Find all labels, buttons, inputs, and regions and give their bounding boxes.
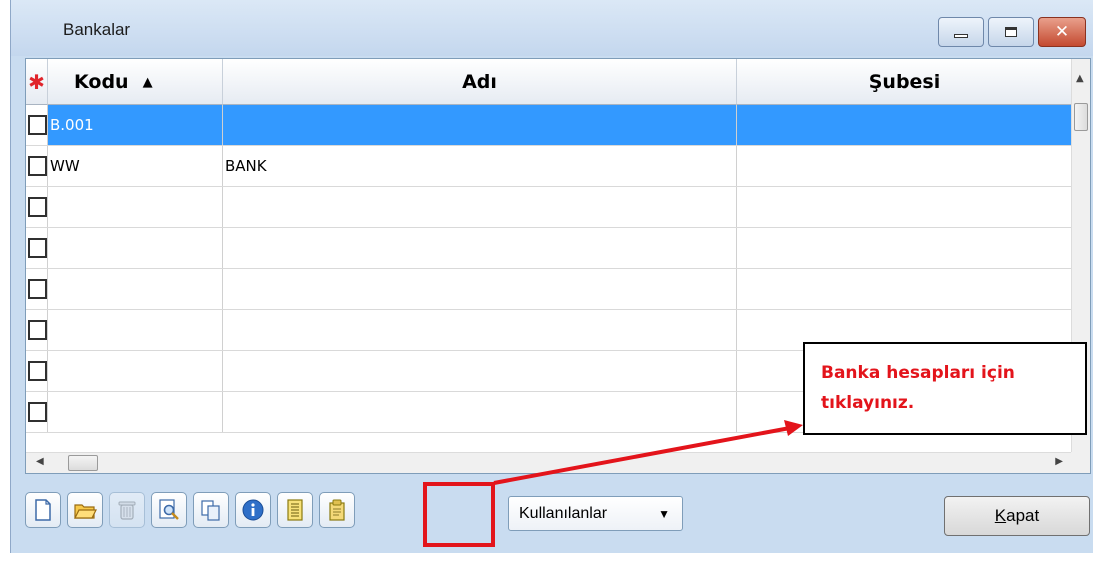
- close-icon: ✕: [1054, 21, 1070, 42]
- row-checkbox-cell: [26, 310, 48, 350]
- row-checkbox-cell: [26, 228, 48, 268]
- select-all-icon: ✱: [28, 69, 45, 94]
- new-button[interactable]: [25, 492, 61, 528]
- open-button[interactable]: [67, 492, 103, 528]
- row-checkbox[interactable]: [28, 402, 47, 422]
- search-icon: [159, 499, 179, 520]
- cell-adi[interactable]: [223, 269, 737, 309]
- window-controls: ✕: [938, 17, 1086, 47]
- copy-button[interactable]: [193, 492, 229, 528]
- row-checkbox[interactable]: [28, 115, 47, 135]
- trash-icon: [118, 501, 136, 520]
- cell-adi[interactable]: BANK: [223, 146, 737, 186]
- minimize-icon: [954, 34, 968, 38]
- view-button[interactable]: [151, 492, 187, 528]
- bank-accounts-icon: [329, 499, 345, 521]
- row-checkbox-cell: [26, 351, 48, 391]
- chevron-down-icon: ▼: [658, 507, 670, 521]
- row-checkbox[interactable]: [28, 361, 47, 381]
- column-header-subesi[interactable]: Şubesi: [737, 59, 1073, 105]
- horizontal-scroll-thumb[interactable]: [68, 455, 98, 471]
- close-button[interactable]: Kapat: [944, 496, 1090, 536]
- row-checkbox[interactable]: [28, 320, 47, 340]
- cell-kodu[interactable]: [48, 351, 223, 391]
- delete-button[interactable]: [109, 492, 145, 528]
- new-document-icon: [35, 499, 51, 521]
- filter-dropdown[interactable]: Kullanılanlar ▼: [508, 496, 683, 531]
- column-header-adi[interactable]: Adı: [223, 59, 737, 105]
- scroll-up-icon[interactable]: ▲: [1076, 73, 1084, 84]
- cell-subesi[interactable]: [737, 187, 1073, 227]
- cell-subesi[interactable]: [737, 269, 1073, 309]
- bank-accounts-button[interactable]: [319, 492, 355, 528]
- cell-adi[interactable]: [223, 228, 737, 268]
- cell-subesi[interactable]: [737, 146, 1073, 186]
- table-row[interactable]: [26, 269, 1073, 310]
- annotation-line-2: tıklayınız.: [821, 393, 915, 413]
- scroll-right-icon[interactable]: ▶: [1055, 456, 1063, 467]
- info-icon: [242, 499, 264, 521]
- cell-kodu[interactable]: [48, 269, 223, 309]
- maximize-button[interactable]: [988, 17, 1034, 47]
- close-window-button[interactable]: ✕: [1038, 17, 1086, 47]
- column-header-kodu-label: Kodu: [74, 70, 129, 93]
- cell-kodu[interactable]: [48, 392, 223, 432]
- select-all-header[interactable]: ✱: [26, 59, 48, 105]
- row-checkbox[interactable]: [28, 197, 47, 217]
- highlight-box: [423, 482, 495, 547]
- bankalar-window: Bankalar ✕ ✱ Kodu ▲ Adı Şubesi B.001 WW B…: [10, 0, 1093, 553]
- row-checkbox-cell: [26, 105, 48, 145]
- table-row[interactable]: [26, 187, 1073, 228]
- maximize-icon: [1005, 27, 1017, 37]
- cell-kodu[interactable]: [48, 228, 223, 268]
- title-bar[interactable]: Bankalar ✕: [11, 0, 1093, 56]
- row-checkbox-cell: [26, 146, 48, 186]
- minimize-button[interactable]: [938, 17, 984, 47]
- notes-icon: [287, 499, 303, 521]
- cell-adi[interactable]: [223, 105, 737, 145]
- window-title: Bankalar: [63, 20, 131, 39]
- copy-icon: [201, 500, 220, 521]
- horizontal-scrollbar[interactable]: ◀ ▶: [26, 452, 1073, 473]
- annotation-callout: Banka hesapları için tıklayınız.: [803, 342, 1087, 435]
- cell-subesi[interactable]: [737, 228, 1073, 268]
- info-button[interactable]: [235, 492, 271, 528]
- open-folder-icon: [74, 504, 97, 519]
- vertical-scroll-thumb[interactable]: [1074, 103, 1088, 131]
- column-header-subesi-label: Şubesi: [868, 70, 941, 93]
- close-button-label: apat: [1006, 506, 1040, 525]
- column-header-adi-label: Adı: [462, 70, 497, 93]
- cell-adi[interactable]: [223, 310, 737, 350]
- row-checkbox-cell: [26, 392, 48, 432]
- table-row[interactable]: WW BANK: [26, 146, 1073, 187]
- row-checkbox[interactable]: [28, 238, 47, 258]
- annotation-line-1: Banka hesapları için: [821, 363, 1015, 383]
- bottom-toolbar: [25, 488, 361, 532]
- row-checkbox[interactable]: [28, 279, 47, 299]
- close-button-mnemonic: K: [994, 506, 1007, 525]
- cell-adi[interactable]: [223, 392, 737, 432]
- cell-adi[interactable]: [223, 351, 737, 391]
- row-checkbox-cell: [26, 187, 48, 227]
- row-checkbox-cell: [26, 269, 48, 309]
- sort-ascending-icon: ▲: [142, 75, 153, 90]
- cell-kodu[interactable]: [48, 187, 223, 227]
- cell-kodu[interactable]: B.001: [48, 105, 223, 145]
- filter-dropdown-value: Kullanılanlar: [519, 504, 608, 522]
- scrollbar-corner: [1071, 452, 1090, 473]
- cell-kodu[interactable]: [48, 310, 223, 350]
- table-row[interactable]: B.001: [26, 105, 1073, 146]
- notes-button[interactable]: [277, 492, 313, 528]
- column-header-kodu[interactable]: Kodu ▲: [48, 59, 223, 105]
- cell-adi[interactable]: [223, 187, 737, 227]
- scroll-left-icon[interactable]: ◀: [36, 456, 44, 467]
- row-checkbox[interactable]: [28, 156, 47, 176]
- cell-kodu[interactable]: WW: [48, 146, 223, 186]
- table-row[interactable]: [26, 228, 1073, 269]
- cell-subesi[interactable]: [737, 105, 1073, 145]
